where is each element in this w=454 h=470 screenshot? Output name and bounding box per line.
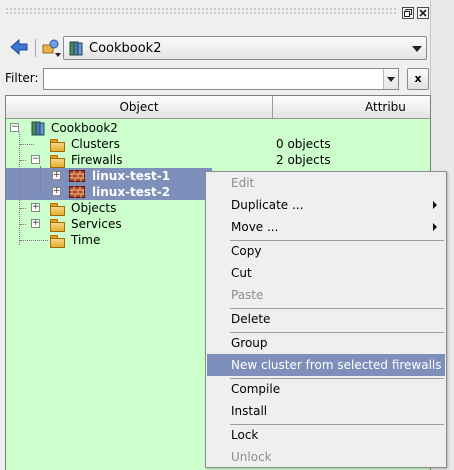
folder-icon [50,139,65,152]
submenu-arrow-icon [433,201,437,209]
filter-dropdown-button[interactable] [383,69,398,89]
tree-item-attr: 2 objects [276,153,331,167]
folder-icon [50,203,65,216]
library-icon [69,41,83,56]
tree-item-attr: 0 objects [276,137,331,151]
folder-icon [50,155,65,168]
folder-icon [50,235,65,248]
menu-item-edit[interactable]: Edit [207,172,445,194]
expand-toggle[interactable]: + [52,187,61,196]
tree-item-clusters[interactable]: Clusters [71,136,120,152]
tree-item-linux-test-1[interactable]: linux-test-1 [92,168,170,184]
library-icon [31,121,45,136]
restore-icon [404,9,412,17]
menu-item-copy[interactable]: Copy [207,240,445,262]
expand-toggle[interactable]: + [31,203,40,212]
title-bar-grip[interactable] [5,7,398,15]
tree-item-time[interactable]: Time [71,232,100,248]
library-selector[interactable]: Cookbook2 [63,36,427,60]
tree-item-linux-test-2[interactable]: linux-test-2 [92,184,170,200]
menu-item-delete[interactable]: Delete [207,308,445,330]
firewall-icon [69,170,85,182]
firewall-icon [69,186,85,198]
clear-filter-button[interactable]: x [407,68,429,90]
tree-item-services[interactable]: Services [71,216,122,232]
column-header-attributes[interactable]: Attribu [273,96,430,119]
new-object-button[interactable] [40,37,62,59]
menu-item-unlock[interactable]: Unlock [207,446,445,468]
tree-item-objects[interactable]: Objects [71,200,116,216]
chevron-down-icon [412,46,422,52]
filter-label: Filter: [5,71,39,85]
new-object-icon [42,39,61,57]
folder-icon [50,219,65,232]
submenu-arrow-icon [433,223,437,231]
menu-item-group[interactable]: Group [207,332,445,354]
filter-input[interactable] [43,68,399,90]
menu-item-cut[interactable]: Cut [207,262,445,284]
tree-item-cookbook2[interactable]: Cookbook2 [51,120,118,136]
close-icon [419,9,427,17]
expand-toggle[interactable]: + [52,171,61,180]
float-window-button[interactable] [402,7,414,19]
tree-item-firewalls[interactable]: Firewalls [71,152,123,168]
collapse-toggle[interactable]: − [10,123,19,132]
menu-item-new-cluster[interactable]: New cluster from selected firewalls [207,354,445,376]
menu-item-duplicate[interactable]: Duplicate ... [207,194,445,216]
menu-item-install[interactable]: Install [207,400,445,422]
menu-item-paste[interactable]: Paste [207,284,445,306]
menu-item-move[interactable]: Move ... [207,216,445,238]
column-header-object[interactable]: Object [6,96,273,119]
menu-item-compile[interactable]: Compile [207,378,445,400]
close-window-button[interactable] [417,7,429,19]
expand-toggle[interactable]: + [31,219,40,228]
collapse-toggle[interactable]: − [31,155,40,164]
menu-item-lock[interactable]: Lock [207,424,445,446]
context-menu: Edit Duplicate ... Move ... Copy Cut Pas… [205,171,447,468]
toolbar-separator [35,39,36,57]
back-button[interactable] [8,36,30,58]
back-arrow-icon [10,38,28,56]
library-name: Cookbook2 [89,41,162,56]
